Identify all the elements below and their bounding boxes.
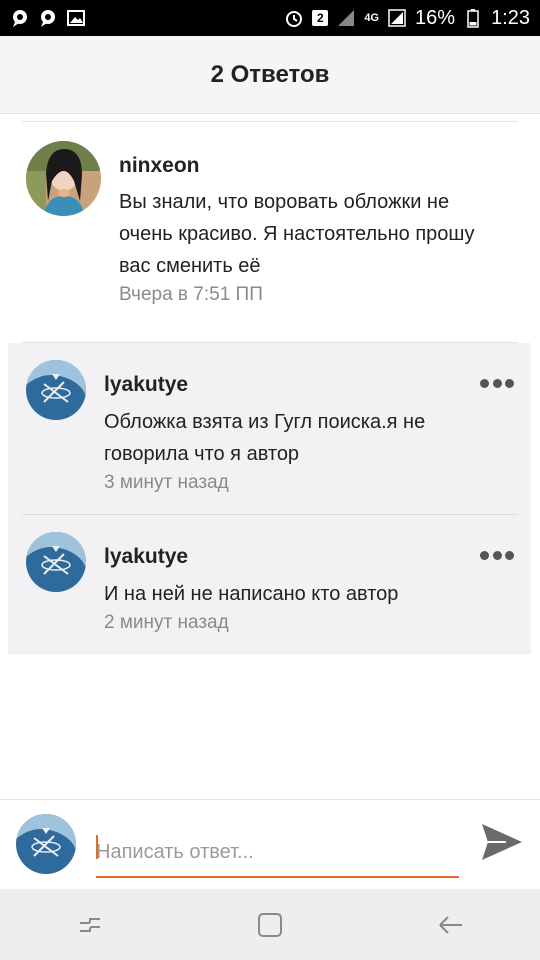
page-title: 2 Ответов [210, 60, 330, 88]
navigation-bar [0, 889, 540, 960]
reply-text-line: говорила что я автор [104, 443, 300, 465]
dot-icon [480, 378, 489, 388]
reply-username[interactable]: lyakutye [104, 373, 188, 397]
comment-text-line: очень красиво. Я настоятельно прошу [119, 223, 475, 245]
reply-timestamp: 3 минут назад [104, 472, 229, 493]
send-button[interactable] [480, 820, 524, 864]
recent-apps-icon [80, 917, 100, 932]
text-cursor [96, 835, 98, 859]
comment-text-line: Вы знали, что воровать обложки не [119, 191, 450, 213]
back-icon [439, 915, 462, 934]
avatar[interactable] [26, 141, 101, 216]
reply-username[interactable]: lyakutye [104, 545, 188, 569]
comment-item: ninxeon Вы знали, что воровать обложки н… [0, 140, 540, 340]
cell-signal-icon [387, 8, 407, 28]
more-options-button[interactable] [480, 375, 514, 391]
send-icon [482, 824, 522, 860]
reply-timestamp: 2 минут назад [104, 612, 229, 633]
chat-bubble-icon [10, 8, 30, 28]
reply-input[interactable] [96, 832, 459, 878]
reply-text-line: Обложка взята из Гугл поиска.я не [104, 411, 426, 433]
reply-text: Обложка взята из Гугл поиска.я не говори… [104, 406, 425, 470]
avatar[interactable] [26, 532, 86, 592]
home-button[interactable] [250, 905, 290, 945]
reply-item: lyakutye Обложка взята из Гугл поиска.я … [0, 343, 540, 514]
comment-username[interactable]: ninxeon [119, 154, 200, 178]
status-bar-left [10, 8, 86, 28]
back-button[interactable] [430, 905, 470, 945]
header: 2 Ответов [0, 36, 540, 114]
status-bar: 2 4G 16% 1:23 [0, 0, 540, 36]
clock: 1:23 [491, 6, 530, 29]
status-bar-right: 2 4G 16% 1:23 [284, 7, 530, 30]
reply-text: И на ней не написано кто автор [104, 578, 398, 610]
alarm-icon [284, 8, 304, 28]
dot-icon [492, 550, 502, 560]
dot-icon [505, 550, 514, 560]
battery-icon [463, 8, 483, 28]
avatar[interactable] [26, 360, 86, 420]
comment-text-line: вас сменить её [119, 255, 261, 277]
signal-icon [336, 8, 356, 28]
comment-text: Вы знали, что воровать обложки не очень … [119, 186, 474, 282]
chat-bubble-icon [38, 8, 58, 28]
dot-icon [505, 378, 514, 388]
network-type: 4G [364, 12, 380, 24]
dot-icon [480, 550, 489, 560]
home-icon [258, 912, 282, 937]
avatar [16, 814, 76, 874]
reply-text-line: И на ней не написано кто автор [104, 583, 399, 605]
reply-compose-bar [0, 799, 540, 890]
comment-timestamp: Вчера в 7:51 ПП [119, 284, 263, 305]
battery-percent: 16% [415, 6, 456, 29]
more-options-button[interactable] [480, 547, 514, 563]
recent-apps-button[interactable] [70, 905, 110, 945]
reply-item: lyakutye И на ней не написано кто автор … [0, 515, 540, 654]
divider [22, 121, 518, 122]
dot-icon [492, 378, 502, 388]
sim-badge: 2 [312, 10, 329, 26]
image-icon [66, 8, 86, 28]
